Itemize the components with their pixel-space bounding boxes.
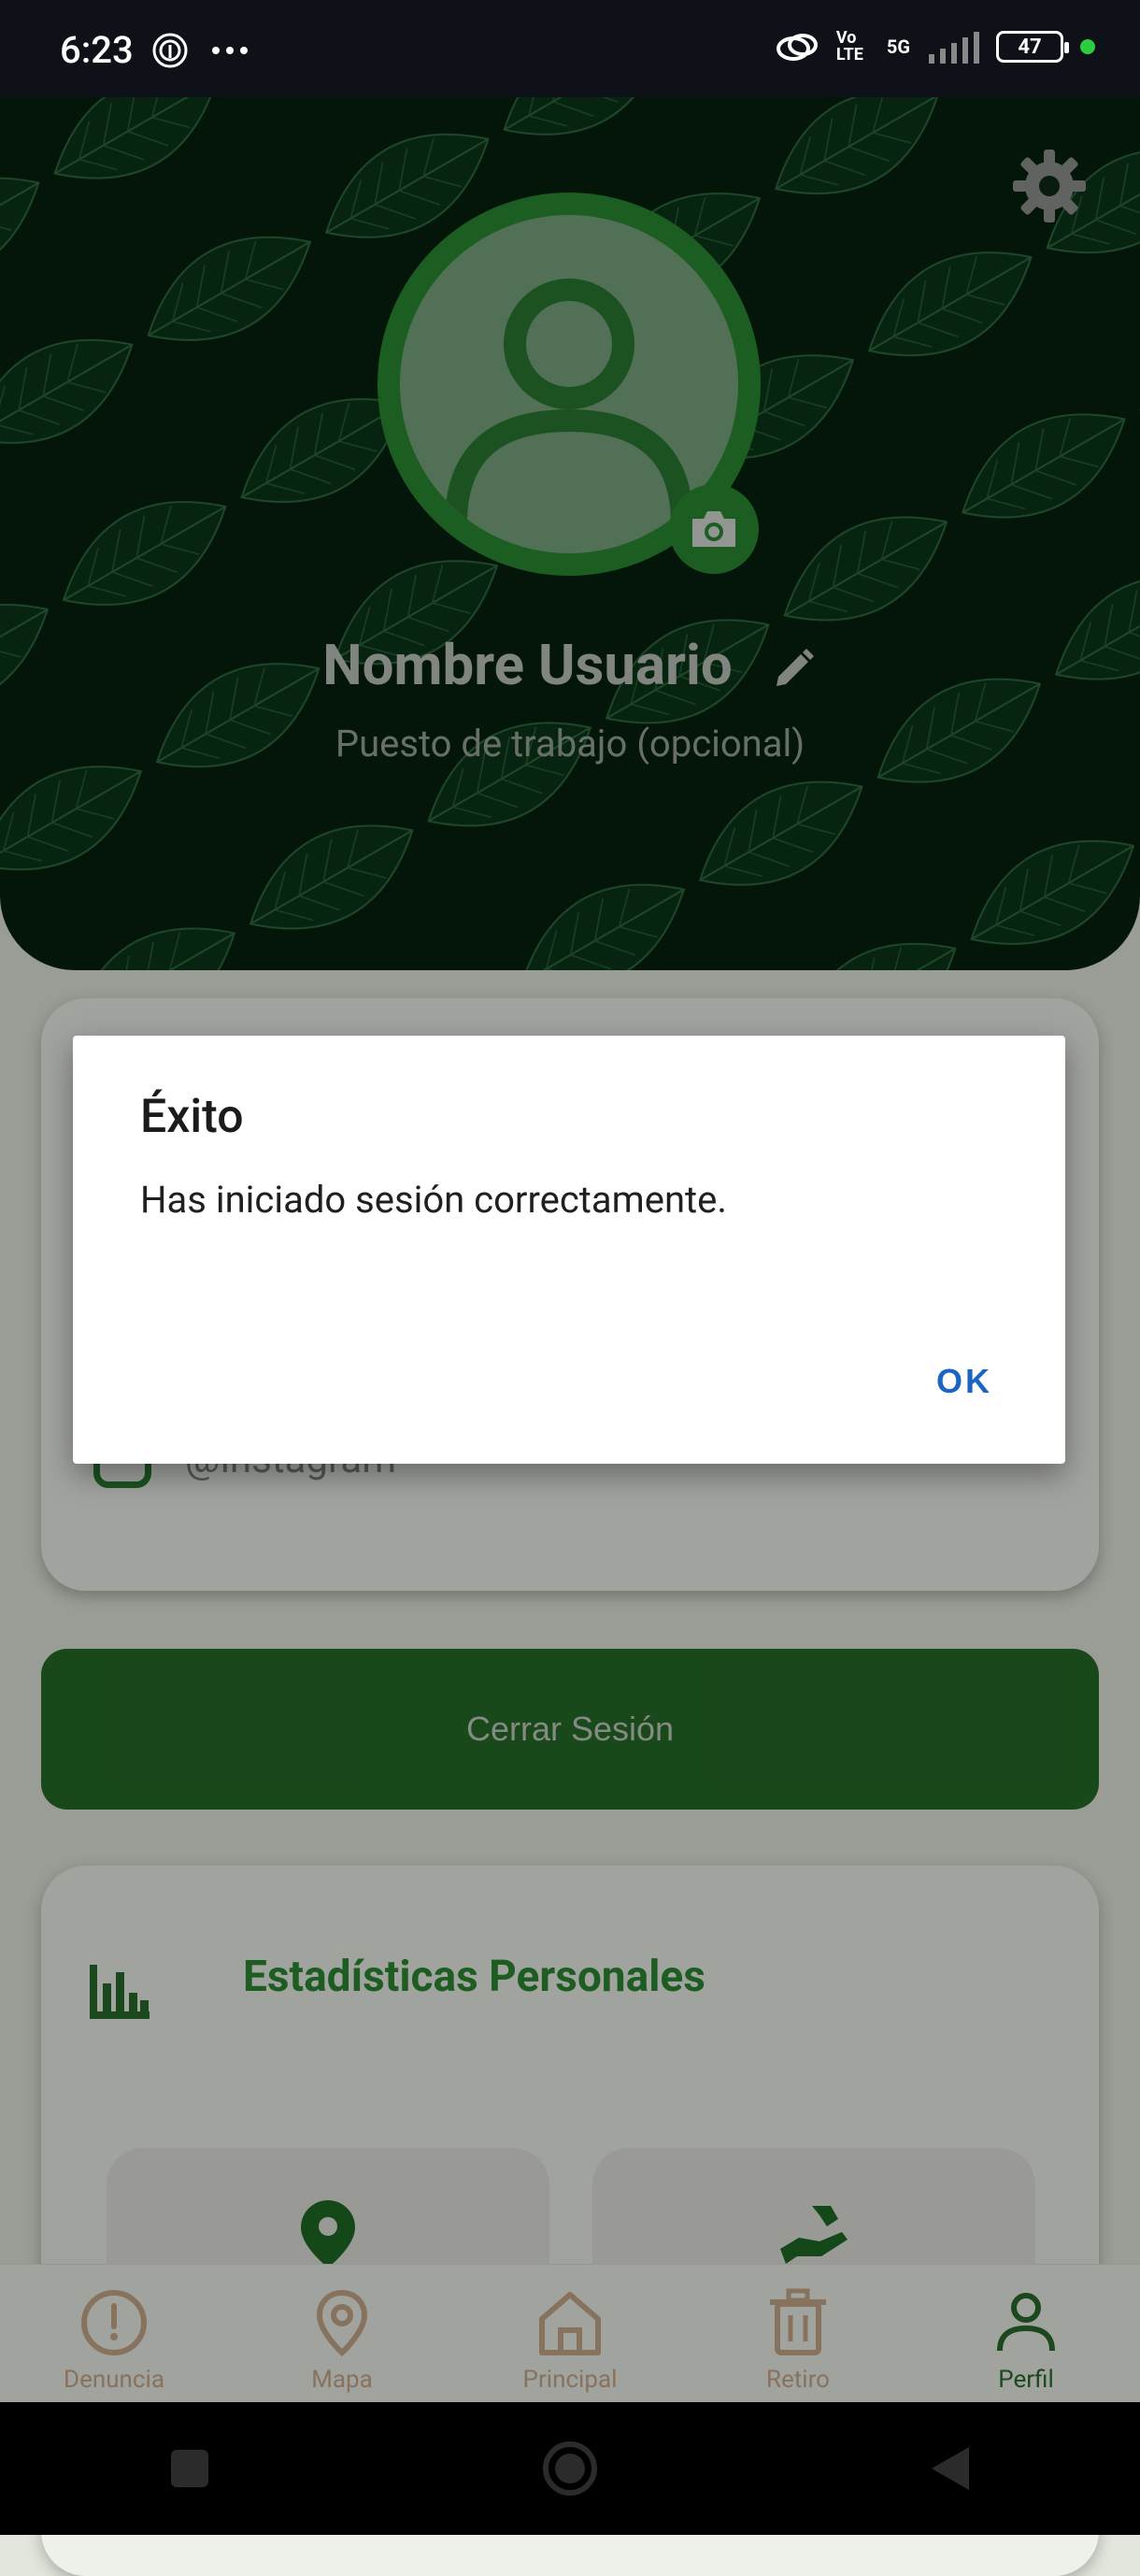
battery-level: 47 <box>1018 35 1042 59</box>
system-navigation-bar <box>0 2402 1140 2535</box>
more-dots-icon <box>212 47 248 54</box>
fingerprint-icon <box>152 33 188 68</box>
status-time: 6:23 <box>60 28 134 72</box>
circle-icon <box>542 2441 597 2496</box>
home-system-button[interactable] <box>537 2436 603 2501</box>
back-triangle-icon <box>931 2447 969 2490</box>
dialog-ok-button[interactable]: OK <box>931 1361 998 1402</box>
signal-icon <box>929 32 979 64</box>
square-icon <box>171 2450 209 2487</box>
dialog-title: Éxito <box>140 1090 244 1144</box>
privacy-indicator-icon <box>1080 39 1095 54</box>
network-label: 5G <box>886 36 910 58</box>
battery-icon: 47 <box>996 31 1069 63</box>
volte-label: Vo LTE <box>835 28 863 64</box>
status-bar: 6:23 Vo LTE 5G 47 <box>0 0 1140 97</box>
status-right: Vo LTE 5G 47 <box>775 28 1095 65</box>
recents-button[interactable] <box>157 2436 222 2501</box>
hotspot-link-icon <box>776 34 818 61</box>
dialog-message: Has iniciado sesión correctamente. <box>140 1178 727 1222</box>
back-button[interactable] <box>918 2436 983 2501</box>
status-left-icons <box>151 32 249 69</box>
success-dialog: Éxito Has iniciado sesión correctamente.… <box>73 1036 1065 1464</box>
